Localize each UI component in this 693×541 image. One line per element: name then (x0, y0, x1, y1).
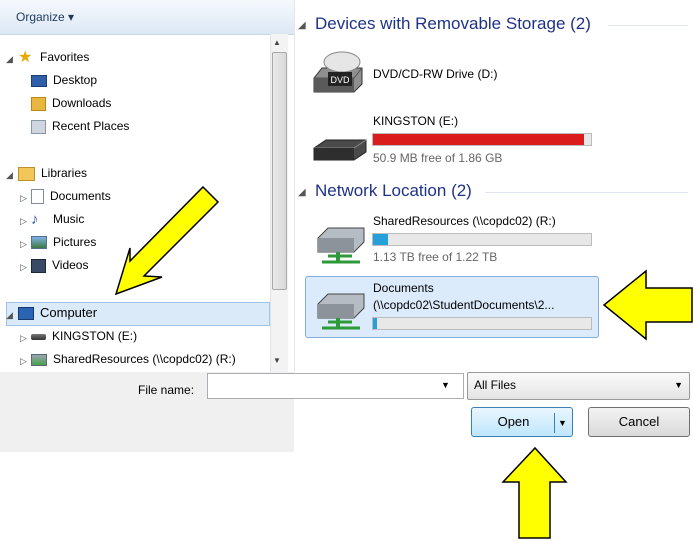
arrow-to-computer (114, 185, 220, 296)
arrow-to-open (501, 446, 568, 539)
arrow-to-documents (602, 269, 693, 341)
annotation-arrows (114, 185, 693, 539)
